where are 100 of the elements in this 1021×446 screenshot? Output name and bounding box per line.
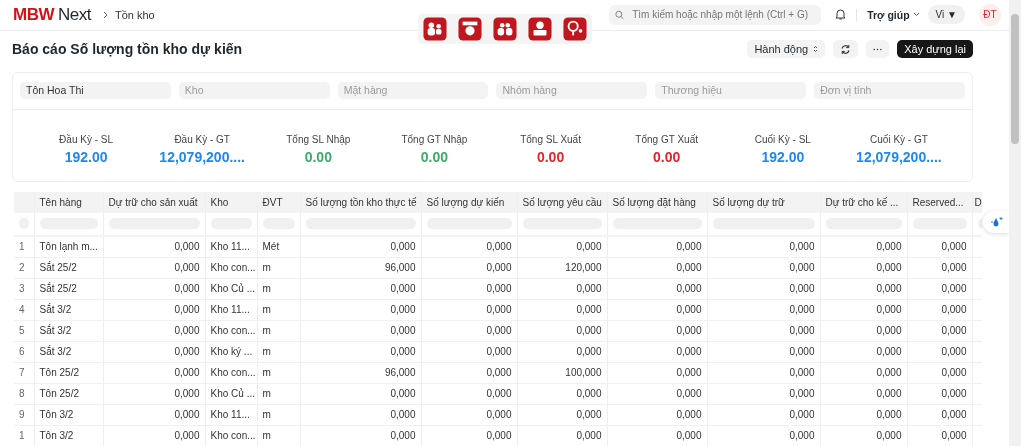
table-cell: m <box>257 320 300 342</box>
table-cell: 0,000 <box>517 235 607 258</box>
table-cell: 0,000 <box>607 362 707 384</box>
more-options-button[interactable] <box>866 40 890 59</box>
register-icon[interactable] <box>458 17 482 41</box>
table-cell: 0,000 <box>103 257 205 279</box>
table-cell: 96,000 <box>300 257 421 279</box>
table-cell: 0,000 <box>300 278 421 300</box>
table-cell: 0,000 <box>707 341 820 363</box>
column-header[interactable]: Dự trữ cho sản xuất <box>103 191 205 213</box>
summary-label: Tổng SL Xuất <box>520 133 581 145</box>
column-header[interactable]: Số lượng yêu cầu <box>517 191 607 213</box>
table-cell: Kho 11... <box>205 404 257 426</box>
search-icon <box>615 9 625 20</box>
column-header[interactable]: Số lượng tồn kho thực tế <box>300 191 421 213</box>
table-cell: 0,000 <box>907 341 972 363</box>
table-cell: m <box>257 257 300 279</box>
scrollbar-thumb[interactable] <box>1011 14 1019 144</box>
table-cell: Sắt 25/2 <box>34 257 103 279</box>
table-cell: 0,000 <box>421 425 517 446</box>
table-cell: Kho 11... <box>205 235 257 258</box>
column-header[interactable]: Số lượng đặt hàng <box>607 191 707 213</box>
logo[interactable]: MBW Next <box>13 4 91 25</box>
table-cell: 0,000 <box>103 404 205 426</box>
filter-field[interactable]: Nhóm hàng <box>496 81 648 99</box>
sort-arrows-icon <box>813 45 819 54</box>
more-dots-icon <box>873 47 883 51</box>
breadcrumb-link[interactable]: Tồn kho <box>114 8 155 21</box>
summary-label: Cuối Kỳ - GT <box>870 133 928 145</box>
table-cell: 0,000 <box>707 278 820 300</box>
table-cell: m <box>257 341 300 363</box>
table-cell: 0,000 <box>421 362 517 384</box>
language-selector[interactable]: Vi ▼ <box>927 5 965 25</box>
table-cell: m <box>257 362 300 384</box>
filter-field[interactable]: Mặt hàng <box>337 81 489 99</box>
filter-field[interactable]: Kho <box>178 81 330 99</box>
summary-value: 192.00 <box>761 148 805 165</box>
summary-value: 0.00 <box>536 148 565 165</box>
table-cell: m <box>257 278 300 300</box>
table-cell: 0,000 <box>103 425 205 446</box>
table-cell: Sắt 3/2 <box>34 341 103 363</box>
water-drop-icon[interactable] <box>989 216 1003 228</box>
summary-label: Đầu Kỳ - SL <box>59 133 113 145</box>
table-cell: Kho con... <box>205 362 257 384</box>
column-header[interactable]: Kho <box>205 191 257 213</box>
table-cell: 0,000 <box>103 383 205 405</box>
table-cell: 120,000 <box>517 257 607 279</box>
people-icon[interactable] <box>423 17 447 41</box>
filter-field[interactable]: Thương hiệu <box>655 81 807 99</box>
summary-value: 0.00 <box>653 148 681 165</box>
user-card-icon[interactable] <box>528 17 552 41</box>
table-cell: 0,000 <box>103 341 205 363</box>
table-cell: Tôn 3/2 <box>34 404 103 426</box>
table-cell: 0,000 <box>707 383 820 405</box>
table-cell: 0,000 <box>820 404 907 426</box>
actions-dropdown[interactable]: Hành động <box>747 40 826 59</box>
column-header[interactable]: Reserved... <box>907 191 972 213</box>
table-cell: Kho con... <box>205 320 257 342</box>
column-header[interactable]: Tên hàng <box>34 191 103 213</box>
table-cell: Tôn 3/2 <box>34 425 103 446</box>
table-cell: 0,000 <box>517 383 607 405</box>
table-cell: 0,000 <box>707 320 820 342</box>
table-cell: Kho con... <box>205 425 257 446</box>
table-cell: Kho Củ ... <box>205 278 257 300</box>
row-number: 7 <box>14 362 34 384</box>
table-cell: m <box>257 299 300 321</box>
filter-field[interactable]: Đơn vị tính <box>814 81 965 99</box>
table-cell: 0,000 <box>103 362 205 384</box>
summary-label: Đầu Kỳ - GT <box>174 133 230 145</box>
table-cell: 0,000 <box>907 278 972 300</box>
column-header[interactable]: ĐVT <box>257 191 300 213</box>
help-menu[interactable]: Trợ giúp <box>856 8 920 21</box>
table-cell: Tôn 25/2 <box>34 383 103 405</box>
refresh-button[interactable] <box>833 40 859 59</box>
column-header[interactable]: Dự trữ cho kế ... <box>820 191 907 213</box>
group-icon[interactable] <box>493 17 517 41</box>
table-cell: 0,000 <box>300 341 421 363</box>
table-cell: 0,000 <box>421 299 517 321</box>
column-header[interactable]: Số lượng dự trữ <box>707 191 820 213</box>
user-avatar[interactable]: ĐT <box>979 3 1001 26</box>
table-cell: Kho ký ... <box>205 341 257 363</box>
location-pin-icon[interactable] <box>563 17 587 41</box>
table-cell: 0,000 <box>820 235 907 258</box>
table-cell: 0,000 <box>103 299 205 321</box>
row-number: 8 <box>14 383 34 405</box>
summary-value: 12,079,200.... <box>159 148 245 165</box>
table-cell: 0,000 <box>907 404 972 426</box>
chevron-right-icon <box>102 10 109 19</box>
bell-icon[interactable] <box>835 7 847 20</box>
table-cell: Tôn 25/2 <box>34 362 103 384</box>
table-cell: 96,000 <box>300 362 421 384</box>
table-cell: 0,000 <box>820 362 907 384</box>
table-cell: 0,000 <box>820 341 907 363</box>
rebuild-button[interactable]: Xây dựng lại <box>897 40 973 59</box>
row-number: 2 <box>14 257 34 279</box>
filter-field[interactable]: Tôn Hoa Thi <box>20 81 171 99</box>
table-cell: 0,000 <box>707 257 820 279</box>
table-cell: 0,000 <box>607 278 707 300</box>
search-field[interactable]: Tìm kiếm hoặc nhập một lệnh (Ctrl + G) <box>609 4 822 25</box>
column-header[interactable]: Số lượng dự kiến <box>421 191 517 213</box>
